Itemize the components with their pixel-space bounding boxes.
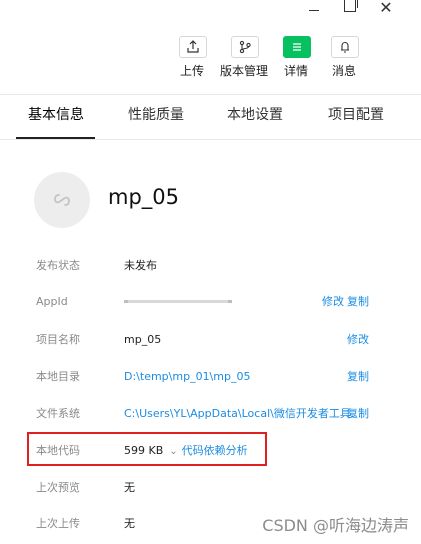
info-row-project-name: 项目名称 mp_05 修改 (0, 329, 421, 351)
redacted-appid (228, 300, 232, 303)
messages-button[interactable]: 消息 (316, 36, 372, 82)
file-system-link[interactable]: C:\Users\YL\AppData\Local\微信开发者工具... (124, 403, 361, 425)
upload-icon (179, 36, 207, 58)
window-titlebar: ✕ (0, 0, 421, 24)
toolbar: 上传 版本管理 详情 消息 (0, 36, 421, 82)
minimize-icon[interactable] (300, 0, 328, 20)
edit-project-name-link[interactable]: 修改 (347, 329, 369, 351)
branch-icon (231, 36, 259, 58)
info-label: 上次预览 (36, 481, 80, 494)
info-label: AppId (36, 295, 68, 308)
mini-program-logo-icon (54, 194, 70, 206)
redacted-appid (124, 300, 232, 303)
info-label: 上次上传 (36, 517, 80, 530)
maximize-icon[interactable] (336, 0, 364, 20)
info-label: 本地目录 (36, 370, 80, 383)
info-row-last-preview: 上次预览 无 (0, 477, 421, 499)
info-row-file-system: 文件系统 C:\Users\YL\AppData\Local\微信开发者工具..… (0, 403, 421, 425)
info-value: 无 (124, 481, 135, 494)
project-title: mp_05 (108, 185, 180, 209)
redacted-appid (124, 300, 128, 303)
upload-button[interactable]: 上传 (164, 36, 220, 82)
menu-icon (283, 36, 311, 58)
version-management-button[interactable]: 版本管理 (216, 36, 272, 82)
tab-bar: 基本信息 性能质量 本地设置 项目配置 (0, 95, 421, 137)
bell-icon (331, 36, 359, 58)
messages-label: 消息 (331, 64, 356, 78)
divider (0, 139, 421, 140)
upload-label: 上传 (179, 64, 204, 78)
chevron-down-icon[interactable]: ⌄ (169, 441, 177, 463)
tab-local-settings[interactable]: 本地设置 (227, 95, 283, 135)
info-row-appid: AppId 修改 复制 (0, 291, 421, 313)
info-label: 文件系统 (36, 407, 80, 420)
info-value: 未发布 (124, 259, 157, 272)
info-label: 项目名称 (36, 333, 80, 346)
edit-appid-link[interactable]: 修改 (322, 291, 344, 313)
tab-project-config[interactable]: 项目配置 (328, 95, 384, 135)
info-label: 发布状态 (36, 259, 80, 272)
watermark: CSDN @听海边涛声 (262, 516, 409, 535)
info-row-local-code: 本地代码 599 KB ⌄ 代码依赖分析 (0, 440, 421, 462)
copy-local-dir-link[interactable]: 复制 (347, 366, 369, 388)
copy-file-system-link[interactable]: 复制 (347, 403, 369, 425)
info-row-local-dir: 本地目录 D:\temp\mp_01\mp_05 复制 (0, 366, 421, 388)
close-icon[interactable]: ✕ (372, 0, 400, 20)
tab-basic-info[interactable]: 基本信息 (28, 95, 84, 135)
info-label: 本地代码 (36, 444, 80, 457)
info-row-publish-status: 发布状态 未发布 (0, 255, 421, 277)
project-avatar (34, 172, 90, 228)
code-dependency-analysis-link[interactable]: 代码依赖分析 (182, 444, 248, 457)
local-dir-link[interactable]: D:\temp\mp_01\mp_05 (124, 366, 250, 388)
info-value: mp_05 (124, 333, 162, 346)
copy-appid-link[interactable]: 复制 (347, 291, 369, 313)
tab-performance[interactable]: 性能质量 (128, 95, 184, 135)
local-code-size: 599 KB (124, 444, 164, 457)
version-management-label: 版本管理 (219, 64, 268, 78)
info-value: 无 (124, 517, 135, 530)
info-value-row: 599 KB ⌄ 代码依赖分析 (124, 440, 248, 463)
